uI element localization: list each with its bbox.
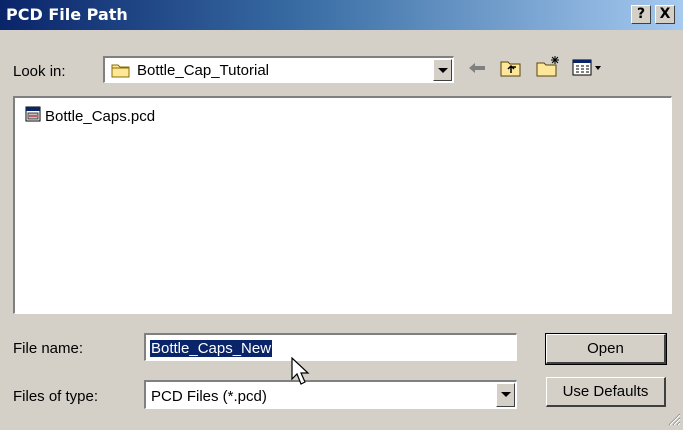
file-name-field[interactable]: Bottle_Caps_New (144, 333, 517, 361)
use-defaults-button[interactable]: Use Defaults (546, 377, 666, 407)
file-name-label: File name: (13, 340, 84, 357)
list-item[interactable]: Bottle_Caps.pcd (25, 106, 155, 126)
resize-grip-icon[interactable] (667, 412, 681, 430)
view-menu-icon[interactable] (572, 58, 604, 82)
files-of-type-label: Files of type: (13, 388, 99, 405)
look-in-value: Bottle_Cap_Tutorial (137, 62, 270, 79)
files-of-type-dropdown[interactable]: PCD Files (*.pcd) (144, 380, 517, 409)
files-of-type-value: PCD Files (*.pcd) (151, 388, 267, 405)
chevron-down-icon[interactable] (433, 59, 452, 81)
file-list[interactable]: Bottle_Caps.pcd (13, 96, 672, 314)
file-name: Bottle_Caps.pcd (45, 107, 156, 125)
folder-icon (111, 62, 131, 82)
chevron-down-icon[interactable] (496, 383, 515, 407)
close-button[interactable]: X (655, 5, 675, 24)
pcd-file-icon (25, 106, 41, 126)
mouse-cursor-icon (291, 356, 313, 391)
open-button[interactable]: Open (545, 333, 667, 365)
look-in-dropdown[interactable]: Bottle_Cap_Tutorial (103, 56, 454, 83)
title-bar[interactable]: PCD File Path ? X (0, 0, 683, 30)
back-arrow-icon[interactable] (468, 61, 486, 79)
look-in-label: Look in: (13, 63, 66, 80)
up-folder-icon[interactable] (500, 58, 522, 82)
window-title: PCD File Path (6, 5, 128, 24)
new-folder-icon[interactable] (536, 55, 562, 82)
pcd-file-path-dialog: PCD File Path ? X Look in: Bottle_Cap_Tu… (0, 0, 683, 428)
help-button[interactable]: ? (631, 5, 651, 24)
file-name-value: Bottle_Caps_New (150, 340, 273, 357)
